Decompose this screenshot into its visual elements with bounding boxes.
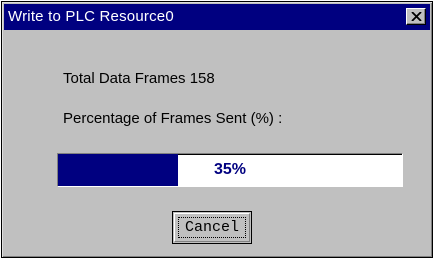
dialog-window: Write to PLC Resource0 Total Data Frames… (1, 1, 433, 258)
progress-bar: 35% (57, 153, 403, 187)
close-icon (411, 12, 422, 21)
cancel-button[interactable]: Cancel (172, 211, 252, 244)
progress-percent-label: 35% (213, 161, 247, 178)
percentage-label: Percentage of Frames Sent (%) : (63, 110, 283, 127)
window-title: Write to PLC Resource0 (8, 8, 174, 25)
close-button[interactable] (406, 8, 426, 25)
title-bar[interactable]: Write to PLC Resource0 (4, 4, 430, 30)
total-frames-label: Total Data Frames 158 (63, 70, 215, 87)
cancel-button-label: Cancel (178, 217, 246, 238)
